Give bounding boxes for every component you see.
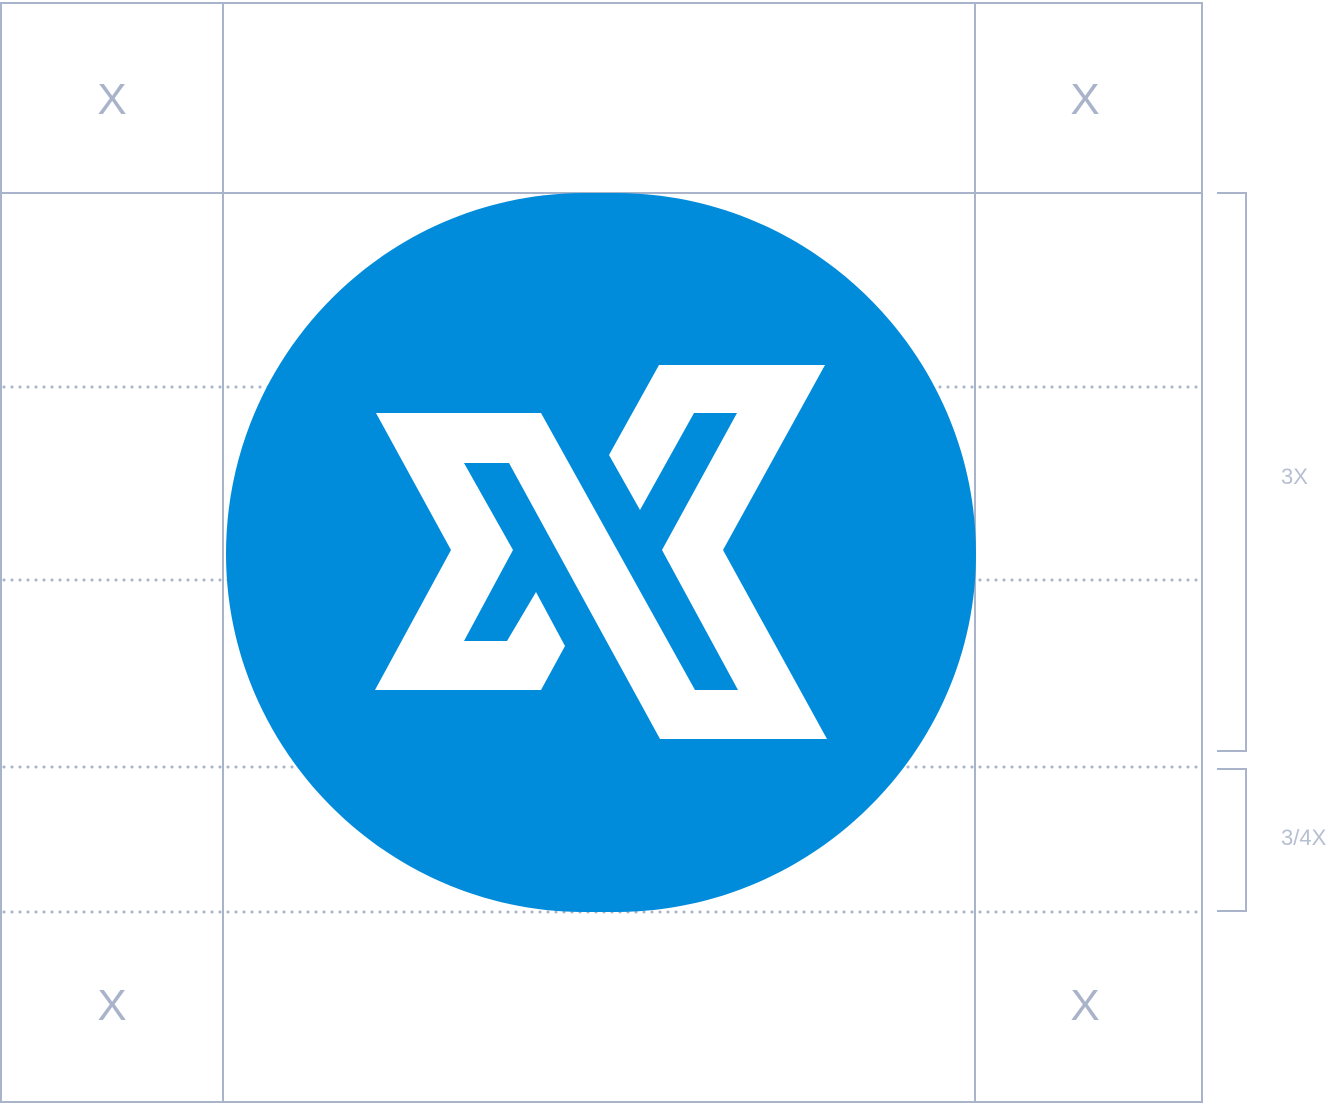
bracket-3x [1217, 192, 1247, 752]
dimension-brackets: 3X 3/4X [1217, 192, 1327, 912]
corner-label-top-left: X [97, 75, 126, 124]
corner-label-top-right: X [1070, 75, 1099, 124]
logo [226, 193, 976, 912]
bracket-3-4x [1217, 768, 1247, 912]
dimension-label-3-4x: 3/4X [1281, 825, 1327, 850]
dimension-label-3x: 3X [1281, 464, 1308, 489]
logo-clearspace-diagram: 3X 3/4X X X X X [0, 2, 1327, 1103]
corner-label-bottom-right: X [1070, 981, 1099, 1030]
corner-label-bottom-left: X [97, 981, 126, 1030]
